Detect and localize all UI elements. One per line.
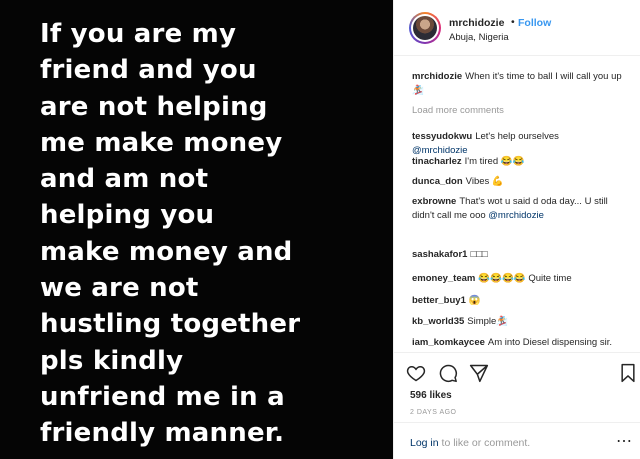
comment-item: tessyudokwu Let's help ourselves @mrchidoz…	[412, 130, 630, 157]
comment-username[interactable]: iam_komkaycee	[412, 337, 485, 348]
comment-text: 😂😂😂😂 Quite time	[478, 273, 572, 284]
caption-username[interactable]: mrchidozie	[412, 71, 462, 82]
post-text-line: unfriend me in a	[40, 381, 285, 412]
comment-username[interactable]: better_buy1	[412, 295, 466, 306]
comment-item: iam_komkaycee Am into Diesel dispensing s…	[412, 336, 630, 352]
post-text: If you are my friend and you are not helpi…	[40, 16, 380, 452]
post-text-line: make money and	[40, 236, 293, 267]
post-text-line: friendly manner.	[40, 418, 285, 449]
post-text-line: friend and you	[40, 55, 257, 86]
post-actions: 596 likes 2 DAYS AGO	[394, 352, 640, 422]
post-text-line: If you are my	[40, 19, 237, 49]
comment-item: exbrowne That's wot u said d oda day... U…	[412, 195, 630, 222]
comment-text: □□□	[470, 249, 488, 260]
likes-count[interactable]: 596 likes	[410, 390, 452, 401]
post-timestamp: 2 DAYS AGO	[410, 409, 457, 416]
comment-text: 😱	[468, 295, 481, 306]
comment-username[interactable]: tessyudokwu	[412, 131, 472, 142]
post-text-line: helping you	[40, 200, 215, 231]
comment-mention[interactable]: @mrchidozie	[488, 210, 544, 221]
heart-icon[interactable]	[406, 363, 426, 383]
avatar-ring-inner	[411, 14, 439, 42]
post-text-line: are not helping	[40, 91, 268, 122]
comment-text: Simple🏂	[467, 316, 509, 327]
comment-item: kb_world35 Simple🏂	[412, 315, 630, 329]
login-prompt-rest: to like or comment.	[438, 437, 531, 449]
comment-username[interactable]: tinacharlez	[412, 156, 462, 167]
location-label[interactable]: Abuja, Nigeria	[449, 32, 509, 43]
post-text-line: and am not	[40, 164, 209, 195]
comment-icon[interactable]	[438, 363, 458, 383]
comment-item: sashakafor1 □□□	[412, 248, 630, 262]
comment-item: emoney_team 😂😂😂😂 Quite time	[412, 272, 630, 286]
login-bar: Log in to like or comment. ⋯	[394, 422, 640, 459]
comment-text: I'm tired 😂😂	[464, 156, 525, 167]
post-text-line: pls kindly	[40, 345, 184, 376]
load-more-comments-button[interactable]: Load more comments	[412, 105, 504, 116]
login-prompt: Log in to like or comment.	[410, 437, 530, 449]
login-link[interactable]: Log in	[410, 437, 439, 449]
avatar-photo	[413, 16, 437, 40]
comment-username[interactable]: sashakafor1	[412, 249, 467, 260]
post-side-panel: mrchidozie • Follow Abuja, Nigeria mrchi…	[393, 0, 640, 459]
post-image: If you are my friend and you are not helpi…	[0, 0, 393, 459]
comment-item: dunca_don Vibes 💪	[412, 175, 630, 189]
post-text-line: hustling together	[40, 309, 301, 340]
comment-username[interactable]: exbrowne	[412, 196, 456, 207]
avatar[interactable]	[409, 12, 441, 44]
header-separator-dot: •	[511, 16, 515, 28]
comment-username[interactable]: kb_world35	[412, 316, 464, 327]
post-header: mrchidozie • Follow Abuja, Nigeria	[394, 0, 640, 56]
comment-text: Vibes 💪	[465, 176, 504, 187]
comment-text: Let's help ourselves	[475, 131, 559, 142]
share-icon[interactable]	[469, 363, 489, 383]
caption: mrchidozie When it's time to ball I will …	[412, 70, 630, 97]
comment-username[interactable]: dunca_don	[412, 176, 463, 187]
post-text-line: me make money	[40, 127, 283, 158]
comment-item: tinacharlez I'm tired 😂😂	[412, 155, 630, 169]
follow-button[interactable]: Follow	[518, 17, 551, 29]
comments-list[interactable]: mrchidozie When it's time to ball I will …	[394, 56, 640, 352]
save-icon[interactable]	[620, 363, 636, 383]
header-username[interactable]: mrchidozie	[449, 17, 504, 29]
more-options-icon[interactable]: ⋯	[616, 431, 632, 451]
post-text-line: we are not	[40, 273, 199, 304]
comment-username[interactable]: emoney_team	[412, 273, 475, 284]
comment-item: better_buy1 😱	[412, 294, 630, 308]
comment-mention[interactable]: @mrchidozie	[412, 145, 468, 156]
